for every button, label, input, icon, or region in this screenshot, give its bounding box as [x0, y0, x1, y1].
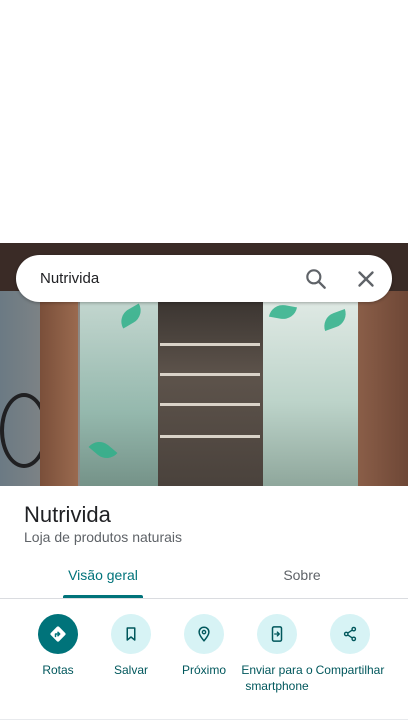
- photo-wall-right: [358, 291, 408, 486]
- directions-button[interactable]: Rotas: [18, 614, 98, 678]
- place-category[interactable]: Loja de produtos naturais: [24, 529, 182, 545]
- search-icon[interactable]: [303, 266, 329, 292]
- share-icon: [330, 614, 370, 654]
- search-input[interactable]: Nutrivida: [40, 270, 99, 287]
- section-divider: [0, 719, 408, 720]
- photo-shelf: [160, 435, 260, 438]
- nearby-icon: [184, 614, 224, 654]
- directions-icon: [38, 614, 78, 654]
- photo-window-right: [263, 301, 358, 486]
- place-title: Nutrivida: [24, 502, 111, 527]
- photo-shelf: [160, 373, 260, 376]
- photo-window-left: [80, 301, 158, 486]
- directions-label: Rotas: [42, 663, 74, 677]
- save-label: Salvar: [113, 663, 148, 677]
- close-icon[interactable]: [353, 266, 379, 292]
- search-bar[interactable]: Nutrivida: [16, 255, 392, 302]
- tab-about[interactable]: Sobre: [262, 567, 342, 583]
- save-button[interactable]: Salvar: [91, 614, 171, 678]
- bookmark-icon: [111, 614, 151, 654]
- photo-shelves: [158, 301, 263, 486]
- tab-divider: [0, 598, 408, 599]
- photo-shelf: [160, 343, 260, 346]
- send-to-phone-icon: [257, 614, 297, 654]
- share-button[interactable]: Compartilhar: [310, 614, 390, 678]
- nearby-button[interactable]: Próximo: [164, 614, 244, 678]
- share-label: Compartilhar: [315, 663, 385, 677]
- send-to-phone-button[interactable]: Enviar para o smartphone: [237, 614, 317, 694]
- send-to-phone-label: Enviar para o smartphone: [241, 663, 313, 693]
- photo-shelf: [160, 403, 260, 406]
- photo-pillar: [40, 291, 78, 486]
- nearby-label: Próximo: [181, 663, 226, 677]
- tab-overview[interactable]: Visão geral: [63, 567, 143, 583]
